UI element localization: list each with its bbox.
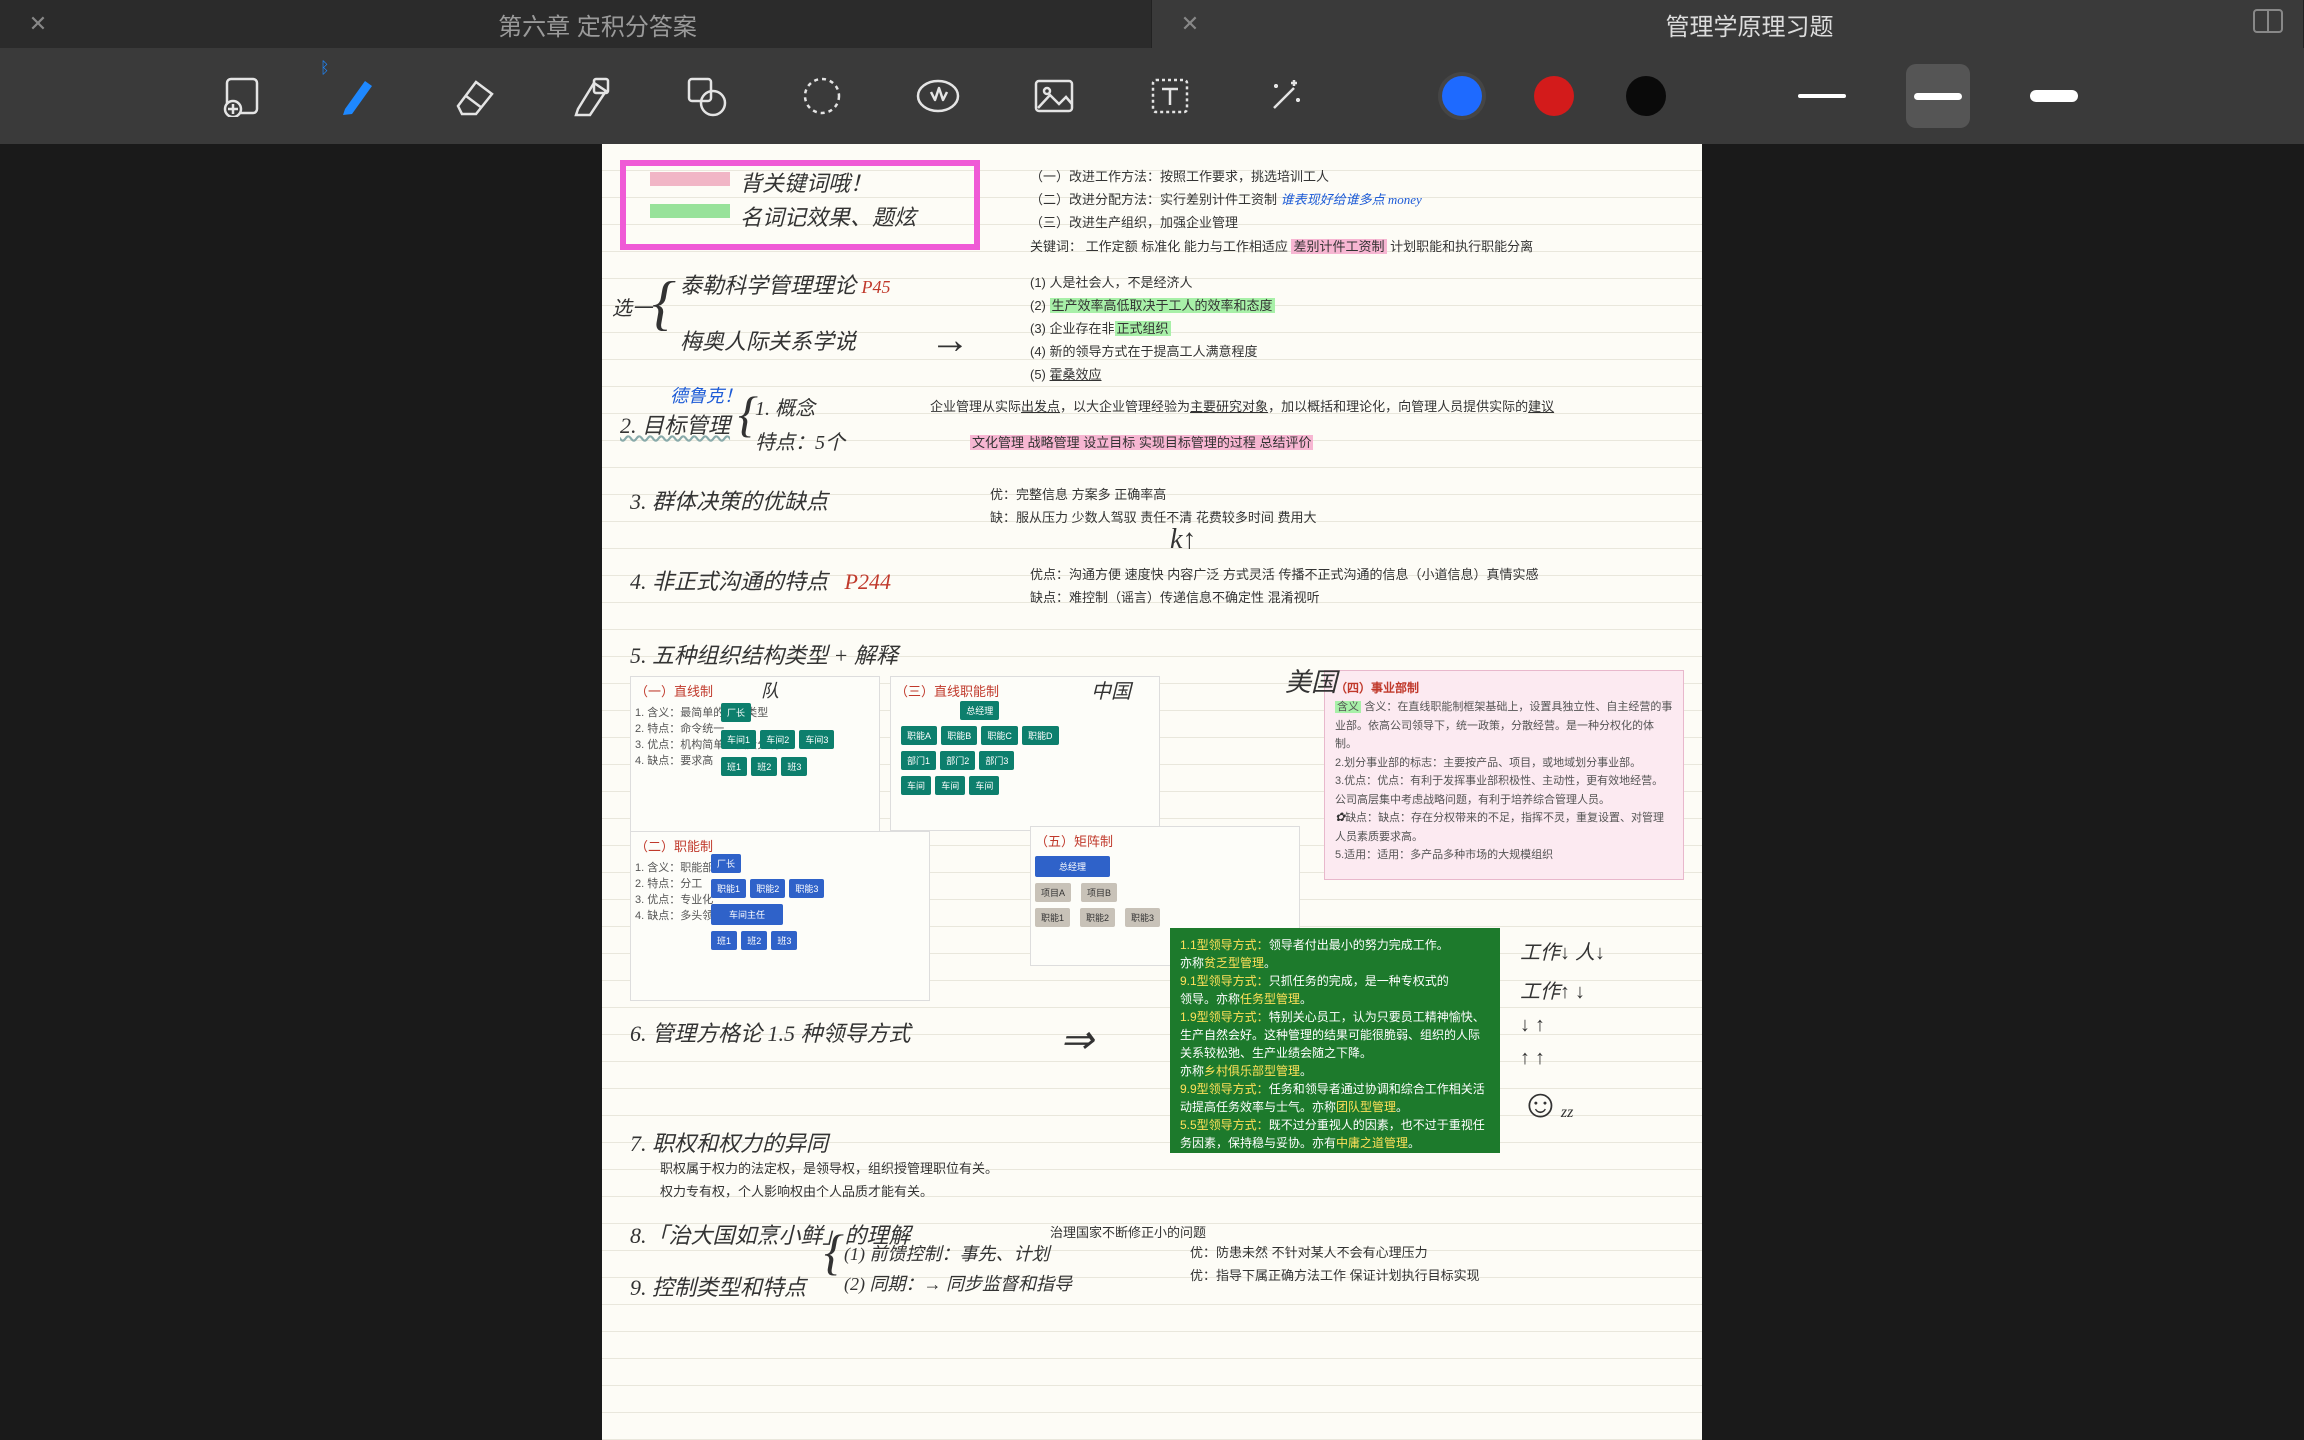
section-3: 3. 群体决策的优缺点 优：完整信息 方案多 正确率高 缺：服从压力 少数人驾驭… — [630, 484, 1674, 534]
org-1: （一）直线制 队 1. 含义：最简单的结构类型2. 特点：命令统一3. 优点：机… — [630, 676, 880, 836]
image-tool-icon[interactable] — [1022, 64, 1086, 128]
face-icon: ☺zz — [1520, 1080, 1605, 1127]
brace-icon: { — [824, 1240, 844, 1265]
s2-tag: 德鲁克！ — [670, 382, 742, 408]
green-highlight — [650, 204, 730, 218]
color-blue[interactable] — [1442, 76, 1482, 116]
org-2: （二）职能制 1. 含义：职能部门2. 特点：分工3. 优点：专业化4. 缺点：… — [630, 831, 930, 1001]
s2-sub2: 特点：5个 — [755, 426, 845, 455]
header-keywords: 关键词： 工作定额 标准化 能力与工作相适应 差别计件工资制 计划职能和执行职能… — [1030, 236, 1533, 255]
close-icon[interactable]: ✕ — [1176, 11, 1204, 37]
hr-2: （二）改进分配方法：实行差别计件工资制 谁表现好给谁多点 money — [1030, 189, 1422, 208]
arrow-icon: → — [930, 316, 970, 363]
tab-left[interactable]: ✕ 第六章 定积分答案 — [0, 0, 1152, 48]
s9-sub: (1) 前馈控制：事先、计划 (2) 同期：→ 同步监督和指导 — [844, 1240, 1072, 1296]
close-icon[interactable]: ✕ — [24, 11, 52, 37]
section-1: 选一 { 泰勒科学管理理论 P45 梅奥人际关系学说 → (1) 人是社会人，不… — [630, 268, 1674, 378]
green-panel: 1.1型领导方式：领导者付出最小的努力完成工作。亦称贫乏型管理。 9.1型领导方… — [1170, 928, 1500, 1153]
s2-sub1: 1. 概念 — [755, 392, 815, 421]
s9-adv: 优：防患未然 不针对某人不会有心理压力 优：指导下属正确方法工作 保证计划执行目… — [1190, 1242, 1480, 1284]
s2-feat: 文化管理 战略管理 设立目标 实现目标管理的过程 总结评价 — [970, 432, 1313, 451]
tab-title: 第六章 定积分答案 — [68, 7, 1127, 42]
highlighter-tool-icon[interactable] — [558, 64, 622, 128]
pen-tool-icon[interactable]: ᛒ — [326, 64, 390, 128]
header-right: （一）改进工作方法：按照工作要求，挑选培训工人 （二）改进分配方法：实行差别计件… — [1030, 166, 1422, 231]
shape-tool-icon[interactable] — [674, 64, 738, 128]
add-page-icon[interactable] — [210, 64, 274, 128]
s4-right: 优点：沟通方便 速度快 内容广泛 方式灵活 传播不正式沟通的信息（小道信息）真情… — [1030, 564, 1538, 606]
org-3: （三）直线职能制 中国 总经理 职能A 职能B 职能C 职能D 部门1 部门2 … — [890, 676, 1160, 831]
s7-title: 7. 职权和权力的异同 — [630, 1131, 828, 1156]
org-charts: （一）直线制 队 1. 含义：最简单的结构类型2. 特点：命令统一3. 优点：机… — [630, 676, 1674, 1006]
split-view-icon[interactable] — [2253, 9, 2283, 39]
s6-grid: 工作↓ 人↓ 工作↑ ↓ ↓ ↑ ↑ ↑ ☺zz — [1520, 936, 1605, 1127]
s5-title: 5. 五种组织结构类型 + 解释 — [630, 643, 898, 668]
s3-title: 3. 群体决策的优缺点 — [630, 489, 828, 514]
text-tool-icon[interactable] — [1138, 64, 1202, 128]
s2-concept: 企业管理从实际出发点，以大企业管理经验为主要研究对象，加以概括和理论化，向管理人… — [930, 396, 1554, 415]
color-black[interactable] — [1626, 76, 1666, 116]
stroke-thick[interactable] — [2022, 64, 2086, 128]
hr-3: （三）改进生产组织，加强企业管理 — [1030, 212, 1422, 231]
s6-title: 6. 管理方格论 1.5 种领导方式 — [630, 1021, 911, 1046]
canvas-area[interactable]: 背关键词哦！ 名词记效果、题炫 （一）改进工作方法：按照工作要求，挑选培训工人 … — [0, 144, 2304, 1440]
arrow-icon: ⇒ — [1060, 1016, 1094, 1063]
stroke-thin[interactable] — [1790, 64, 1854, 128]
section-5: 5. 五种组织结构类型 + 解释 （一）直线制 队 1. 含义：最简单的结构类型… — [630, 638, 1674, 1006]
section-6: 6. 管理方格论 1.5 种领导方式 ⇒ 1.1型领导方式：领导者付出最小的努力… — [630, 1016, 1674, 1066]
s2-title: 2. 目标管理 — [620, 408, 730, 440]
s3-right: 优：完整信息 方案多 正确率高 缺：服从压力 少数人驾驭 责任不清 花费较多时间… — [990, 484, 1316, 526]
note-page: 背关键词哦！ 名词记效果、题炫 （一）改进工作方法：按照工作要求，挑选培训工人 … — [602, 144, 1702, 1440]
hr-1: （一）改进工作方法：按照工作要求，挑选培训工人 — [1030, 166, 1422, 185]
eraser-tool-icon[interactable] — [442, 64, 506, 128]
lasso-tool-icon[interactable] — [790, 64, 854, 128]
color-red[interactable] — [1534, 76, 1574, 116]
s1-points: (1) 人是社会人，不是经济人 (2) 生产效率高低取决于工人的效率和态度 (3… — [1030, 272, 1275, 383]
s8-note: 治理国家不断修正小的问题 — [1050, 1222, 1206, 1241]
brace-icon: { — [652, 288, 676, 318]
s4-title: 4. 非正式沟通的特点 P244 — [630, 569, 891, 594]
toolbar: ᛒ — [0, 48, 2304, 144]
s7-body: 职权属于权力的法定权，是领导权，组织授管理职位有关。 权力专有权，个人影响权由个… — [660, 1158, 1674, 1200]
magic-tool-icon[interactable] — [1254, 64, 1318, 128]
sketch-mark: k↑ — [1170, 524, 1196, 556]
header-block: 背关键词哦！ 名词记效果、题炫 （一）改进工作方法：按照工作要求，挑选培训工人 … — [630, 160, 1674, 250]
header-line1: 背关键词哦！ — [740, 166, 872, 198]
s1-b: 梅奥人际关系学说 — [680, 324, 856, 356]
s9-title: 9. 控制类型和特点 — [630, 1275, 806, 1300]
section-2: 德鲁克！ 2. 目标管理 { 1. 概念 特点：5个 企业管理从实际出发点，以大… — [630, 396, 1674, 466]
header-line2: 名词记效果、题炫 — [740, 200, 916, 232]
section-9: 9. 控制类型和特点 { (1) 前馈控制：事先、计划 (2) 同期：→ 同步监… — [630, 1270, 1674, 1350]
org-4-panel: 美国 （四）事业部制 含义 含义：在直线职能制框架基础上，设置具独立性、自主经营… — [1324, 670, 1684, 880]
tab-bar: ✕ 第六章 定积分答案 ✕ 管理学原理习题 — [0, 0, 2304, 48]
tab-right[interactable]: ✕ 管理学原理习题 — [1152, 0, 2304, 48]
hr-note: 谁表现好给谁多点 money — [1281, 192, 1422, 207]
s1-pick: 选一 — [612, 292, 652, 321]
tab-title: 管理学原理习题 — [1220, 7, 2279, 42]
section-4: k↑ 4. 非正式沟通的特点 P244 优点：沟通方便 速度快 内容广泛 方式灵… — [630, 564, 1674, 620]
app-root: ✕ 第六章 定积分答案 ✕ 管理学原理习题 ᛒ — [0, 0, 2304, 1440]
pink-highlight — [650, 172, 730, 186]
stroke-medium[interactable] — [1906, 64, 1970, 128]
section-8: 8.「治大国如烹小鲜」的理解 治理国家不断修正小的问题 — [630, 1218, 1674, 1252]
bluetooth-icon: ᛒ — [320, 60, 330, 78]
s1-a: 泰勒科学管理理论 P45 — [680, 268, 891, 300]
section-7: 7. 职权和权力的异同 职权属于权力的法定权，是领导权，组织授管理职位有关。 权… — [630, 1126, 1674, 1200]
stamp-tool-icon[interactable] — [906, 64, 970, 128]
